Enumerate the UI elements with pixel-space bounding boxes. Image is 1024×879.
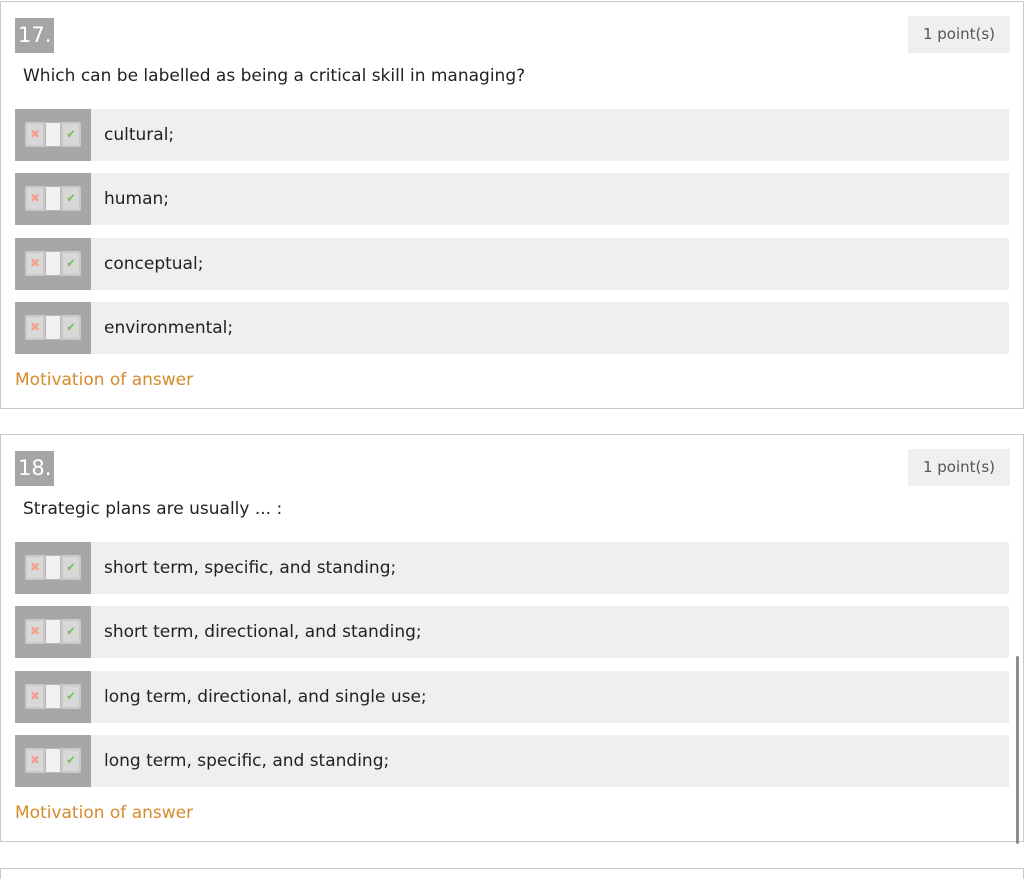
toggle-knob[interactable] [45, 684, 61, 709]
check-icon[interactable]: ✔ [63, 253, 79, 274]
motivation-link[interactable]: Motivation of answer [15, 803, 193, 823]
toggle-track: ✖ ✔ [25, 315, 81, 340]
cross-icon[interactable]: ✖ [27, 188, 43, 209]
answer-label: short term, specific, and standing; [104, 558, 397, 578]
question-text: Which can be labelled as being a critica… [23, 66, 526, 86]
answer-toggle[interactable]: ✖ ✔ [15, 173, 91, 225]
question-card-18: 18. 1 point(s) Strategic plans are usual… [0, 434, 1024, 842]
toggle-track: ✖ ✔ [25, 251, 81, 276]
scrollbar-thumb[interactable] [1016, 656, 1019, 844]
quiz-page: 17. 1 point(s) Which can be labelled as … [0, 0, 1024, 879]
question-card-17: 17. 1 point(s) Which can be labelled as … [0, 1, 1024, 409]
toggle-knob[interactable] [45, 186, 61, 211]
toggle-track: ✖ ✔ [25, 684, 81, 709]
answer-label: cultural; [104, 125, 175, 145]
answer-label: human; [104, 189, 170, 209]
answer-option[interactable]: ✖ ✔ short term, directional, and standin… [15, 606, 1009, 658]
check-icon[interactable]: ✔ [63, 557, 79, 578]
answer-option[interactable]: ✖ ✔ long term, specific, and standing; [15, 735, 1009, 787]
check-icon[interactable]: ✔ [63, 124, 79, 145]
check-icon[interactable]: ✔ [63, 188, 79, 209]
toggle-track: ✖ ✔ [25, 555, 81, 580]
check-icon[interactable]: ✔ [63, 621, 79, 642]
answer-option[interactable]: ✖ ✔ human; [15, 173, 1009, 225]
question-number: 18. [15, 451, 55, 486]
toggle-track: ✖ ✔ [25, 619, 81, 644]
check-icon[interactable]: ✔ [63, 750, 79, 771]
answer-label: short term, directional, and standing; [104, 622, 422, 642]
cross-icon[interactable]: ✖ [27, 686, 43, 707]
motivation-link[interactable]: Motivation of answer [15, 370, 193, 390]
answer-toggle[interactable]: ✖ ✔ [15, 735, 91, 787]
answer-toggle[interactable]: ✖ ✔ [15, 109, 91, 161]
check-icon[interactable]: ✔ [63, 317, 79, 338]
answer-option[interactable]: ✖ ✔ long term, directional, and single u… [15, 671, 1009, 723]
toggle-track: ✖ ✔ [25, 748, 81, 773]
question-text: Strategic plans are usually ... : [23, 499, 283, 519]
answer-toggle[interactable]: ✖ ✔ [15, 606, 91, 658]
answer-label: long term, directional, and single use; [104, 687, 427, 707]
cross-icon[interactable]: ✖ [27, 124, 43, 145]
answer-toggle[interactable]: ✖ ✔ [15, 238, 91, 290]
question-number: 17. [15, 18, 55, 53]
toggle-knob[interactable] [45, 251, 61, 276]
toggle-knob[interactable] [45, 122, 61, 147]
answer-option[interactable]: ✖ ✔ conceptual; [15, 238, 1009, 290]
answer-label: conceptual; [104, 254, 204, 274]
toggle-track: ✖ ✔ [25, 186, 81, 211]
answer-toggle[interactable]: ✖ ✔ [15, 671, 91, 723]
cross-icon[interactable]: ✖ [27, 557, 43, 578]
answer-toggle[interactable]: ✖ ✔ [15, 542, 91, 594]
answer-option[interactable]: ✖ ✔ environmental; [15, 302, 1009, 354]
question-card-next [0, 868, 1024, 879]
answer-label: environmental; [104, 318, 234, 338]
answer-label: long term, specific, and standing; [104, 751, 390, 771]
cross-icon[interactable]: ✖ [27, 317, 43, 338]
answer-option[interactable]: ✖ ✔ short term, specific, and standing; [15, 542, 1009, 594]
cross-icon[interactable]: ✖ [27, 621, 43, 642]
answer-toggle[interactable]: ✖ ✔ [15, 302, 91, 354]
toggle-knob[interactable] [45, 619, 61, 644]
toggle-knob[interactable] [45, 315, 61, 340]
toggle-knob[interactable] [45, 748, 61, 773]
toggle-track: ✖ ✔ [25, 122, 81, 147]
toggle-knob[interactable] [45, 555, 61, 580]
question-points: 1 point(s) [908, 449, 1010, 486]
question-points: 1 point(s) [908, 16, 1010, 53]
cross-icon[interactable]: ✖ [27, 253, 43, 274]
cross-icon[interactable]: ✖ [27, 750, 43, 771]
check-icon[interactable]: ✔ [63, 686, 79, 707]
answer-option[interactable]: ✖ ✔ cultural; [15, 109, 1009, 161]
